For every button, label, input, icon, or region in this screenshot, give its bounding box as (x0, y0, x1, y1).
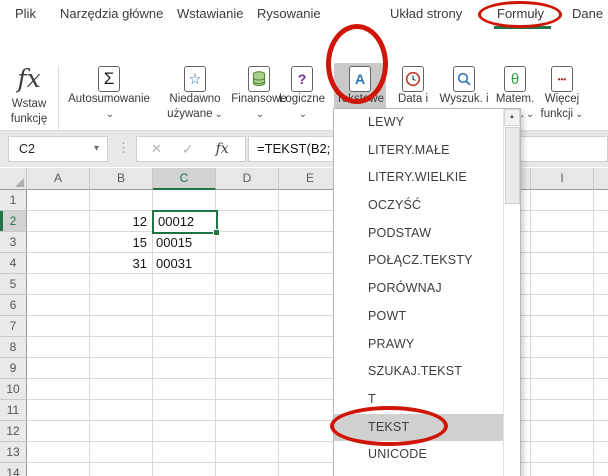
ribbon-button-wiecej-funkcji[interactable]: ••• Więcej funkcji⌄ (534, 63, 590, 137)
scrollbar-thumb[interactable] (505, 127, 520, 204)
menu-item-prawy[interactable]: PRAWY (334, 331, 504, 359)
cell-b3[interactable]: 15 (90, 232, 151, 253)
selected-cell-c2[interactable]: 00012 (152, 210, 218, 234)
menu-item-litery-wielkie[interactable]: LITERY.WIELKIE (334, 164, 504, 192)
ribbon-button-niedawno-uzywane[interactable]: ☆ Niedawno używane⌄ (156, 63, 234, 137)
row-header-6[interactable]: 6 (0, 295, 27, 316)
chevron-down-icon: ⌄ (106, 109, 114, 120)
row-header-column: 1 2 3 4 5 6 7 8 9 10 11 12 13 14 (0, 190, 27, 476)
question-mark-icon: ? (291, 66, 313, 92)
menu-item-oczysc[interactable]: OCZYŚĆ (334, 192, 504, 220)
annotation-circle-tekstowe (326, 24, 388, 104)
tab-narzedzia-glowne[interactable]: Narzędzia główne (60, 6, 163, 21)
menu-item-szukaj-tekst[interactable]: SZUKAJ.TEKST (334, 358, 504, 386)
cell-c2-value: 00012 (158, 214, 194, 229)
column-header-d[interactable]: D (216, 168, 279, 190)
chevron-down-icon: ⌄ (526, 109, 534, 120)
insert-function-icon[interactable]: fx (216, 141, 229, 157)
row-header-12[interactable]: 12 (0, 421, 27, 442)
row-header-9[interactable]: 9 (0, 358, 27, 379)
name-box-dropdown-icon[interactable]: ▾ (94, 137, 99, 161)
name-box-value: C2 (19, 142, 35, 156)
column-header-i[interactable]: I (531, 168, 594, 190)
ribbon-button-autosumowanie[interactable]: Σ Autosumowanie ⌄ (62, 63, 156, 137)
database-icon (248, 66, 270, 92)
tab-plik[interactable]: Plik (15, 6, 36, 21)
row-header-14[interactable]: 14 (0, 463, 27, 476)
theta-icon: θ (504, 66, 526, 92)
excel-window: Plik Narzędzia główne Wstawianie Rysowan… (0, 0, 608, 476)
formula-buttons: ✕ ✓ fx (136, 136, 246, 162)
annotation-circle-formuly (478, 1, 562, 28)
formula-bar-separator: ⋮ (117, 140, 130, 156)
column-header-b[interactable]: B (90, 168, 153, 190)
menu-item-powt[interactable]: POWT (334, 303, 504, 331)
fx-icon: fx (17, 64, 40, 94)
menu-item-porownaj[interactable]: PORÓWNAJ (334, 275, 504, 303)
chevron-down-icon: ⌄ (299, 109, 307, 120)
clock-icon (402, 66, 424, 92)
menu-item-polacz-teksty[interactable]: POŁĄCZ.TEKSTY (334, 247, 504, 275)
insert-function-label2: funkcję (11, 113, 47, 127)
menu-item-podstaw[interactable]: PODSTAW (334, 220, 504, 248)
dropdown-scrollbar[interactable]: ▲ (503, 109, 520, 476)
tab-rysowanie[interactable]: Rysowanie (257, 6, 321, 21)
row-header-10[interactable]: 10 (0, 379, 27, 400)
sigma-icon: Σ (98, 66, 120, 92)
name-box[interactable]: C2 ▾ (8, 136, 108, 162)
row-header-13[interactable]: 13 (0, 442, 27, 463)
row-header-3[interactable]: 3 (0, 232, 27, 253)
tab-dane[interactable]: Dane (572, 6, 603, 21)
menu-item-litery-male[interactable]: LITERY.MAŁE (334, 137, 504, 165)
cell-b4[interactable]: 31 (90, 253, 151, 274)
row-header-2[interactable]: 2 (0, 211, 27, 232)
magnifier-icon (453, 66, 475, 92)
chevron-down-icon: ⌄ (256, 109, 264, 120)
insert-function-label: Wstaw (12, 98, 47, 112)
row-header-8[interactable]: 8 (0, 337, 27, 358)
row-header-7[interactable]: 7 (0, 316, 27, 337)
annotation-circle-tekst-item (330, 406, 448, 446)
cell-c4[interactable]: 00031 (156, 253, 214, 274)
tab-uklad-strony[interactable]: Układ strony (390, 6, 462, 21)
star-icon: ☆ (184, 66, 206, 92)
ribbon-button-logiczne[interactable]: ? Logiczne ⌄ (276, 63, 328, 137)
ellipsis-icon: ••• (551, 66, 573, 92)
column-header-a[interactable]: A (27, 168, 90, 190)
chevron-down-icon: ⌄ (215, 109, 223, 120)
row-header-1[interactable]: 1 (0, 190, 27, 211)
column-header-c[interactable]: C (153, 168, 216, 190)
cancel-icon[interactable]: ✕ (151, 141, 162, 157)
chevron-down-icon: ⌄ (575, 109, 583, 120)
fill-handle[interactable] (213, 229, 220, 236)
menu-item-unicode[interactable]: UNICODE (334, 441, 504, 469)
row-header-4[interactable]: 4 (0, 253, 27, 274)
row-header-5[interactable]: 5 (0, 274, 27, 295)
cell-b2[interactable]: 12 (90, 211, 151, 232)
enter-icon[interactable]: ✓ (182, 141, 194, 158)
scroll-up-icon[interactable]: ▲ (504, 109, 520, 126)
menu-item-lewy[interactable]: LEWY (334, 109, 504, 137)
row-header-11[interactable]: 11 (0, 400, 27, 421)
tab-wstawianie[interactable]: Wstawianie (177, 6, 243, 21)
cell-c3[interactable]: 00015 (156, 232, 214, 253)
column-header-partial[interactable] (594, 168, 608, 190)
select-all-button[interactable] (0, 168, 27, 190)
select-all-triangle-icon (15, 178, 24, 187)
